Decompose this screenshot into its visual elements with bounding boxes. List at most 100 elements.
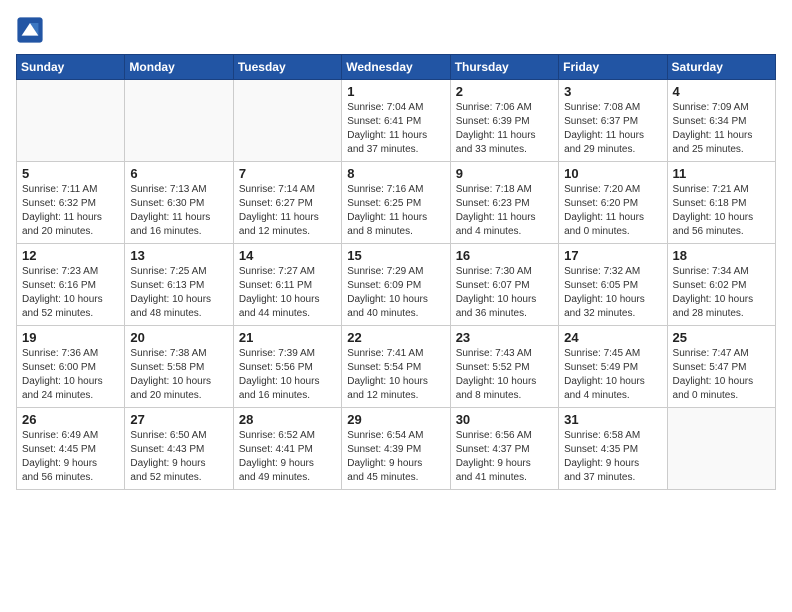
calendar-cell <box>233 80 341 162</box>
calendar-cell: 18 Sunrise: 7:34 AM Sunset: 6:02 PM Dayli… <box>667 244 775 326</box>
calendar-cell: 30Sunrise: 6:56 AM Sunset: 4:37 PM Dayli… <box>450 408 558 490</box>
calendar-cell: 15 Sunrise: 7:29 AM Sunset: 6:09 PM Dayli… <box>342 244 450 326</box>
weekday-header: Saturday <box>667 55 775 80</box>
calendar-cell: 24 Sunrise: 7:45 AM Sunset: 5:49 PM Dayli… <box>559 326 667 408</box>
day-number: 6 <box>130 166 227 181</box>
calendar-cell: 31 Sunrise: 6:58 AM Sunset: 4:35 PM Dayli… <box>559 408 667 490</box>
calendar-cell: 3 Sunrise: 7:08 AM Sunset: 6:37 PM Daylig… <box>559 80 667 162</box>
day-number: 22 <box>347 330 444 345</box>
day-info: Sunrise: 7:06 AM Sunset: 6:39 PM Dayligh… <box>456 101 553 157</box>
day-number: 1 <box>347 84 444 99</box>
calendar-week-row: 19 Sunrise: 7:36 AM Sunset: 6:00 PM Dayli… <box>17 326 776 408</box>
calendar-cell: 25 Sunrise: 7:47 AM Sunset: 5:47 PM Dayli… <box>667 326 775 408</box>
day-info: Sunrise: 7:38 AM Sunset: 5:58 PM Dayligh… <box>130 347 227 403</box>
day-info: Sunrise: 7:11 AM Sunset: 6:32 PM Dayligh… <box>22 183 119 239</box>
day-number: 16 <box>456 248 553 263</box>
calendar-cell: 16 Sunrise: 7:30 AM Sunset: 6:07 PM Dayli… <box>450 244 558 326</box>
calendar-cell: 22 Sunrise: 7:41 AM Sunset: 5:54 PM Dayli… <box>342 326 450 408</box>
page-header <box>16 16 776 44</box>
day-info: Sunrise: 7:29 AM Sunset: 6:09 PM Dayligh… <box>347 265 444 321</box>
day-info: Sunrise: 6:52 AM Sunset: 4:41 PM Dayligh… <box>239 429 336 485</box>
day-info: Sunrise: 7:27 AM Sunset: 6:11 PM Dayligh… <box>239 265 336 321</box>
day-info: Sunrise: 7:36 AM Sunset: 6:00 PM Dayligh… <box>22 347 119 403</box>
day-info: Sunrise: 7:41 AM Sunset: 5:54 PM Dayligh… <box>347 347 444 403</box>
calendar-cell: 10Sunrise: 7:20 AM Sunset: 6:20 PM Dayli… <box>559 162 667 244</box>
logo-icon <box>16 16 44 44</box>
calendar-week-row: 1 Sunrise: 7:04 AM Sunset: 6:41 PM Daylig… <box>17 80 776 162</box>
calendar-cell: 21Sunrise: 7:39 AM Sunset: 5:56 PM Dayli… <box>233 326 341 408</box>
day-info: Sunrise: 7:34 AM Sunset: 6:02 PM Dayligh… <box>673 265 770 321</box>
weekday-header: Thursday <box>450 55 558 80</box>
day-info: Sunrise: 6:50 AM Sunset: 4:43 PM Dayligh… <box>130 429 227 485</box>
day-info: Sunrise: 7:08 AM Sunset: 6:37 PM Dayligh… <box>564 101 661 157</box>
day-number: 11 <box>673 166 770 181</box>
calendar-cell: 19 Sunrise: 7:36 AM Sunset: 6:00 PM Dayli… <box>17 326 125 408</box>
day-number: 18 <box>673 248 770 263</box>
day-number: 31 <box>564 412 661 427</box>
day-info: Sunrise: 7:14 AM Sunset: 6:27 PM Dayligh… <box>239 183 336 239</box>
calendar-cell: 7 Sunrise: 7:14 AM Sunset: 6:27 PM Daylig… <box>233 162 341 244</box>
day-number: 4 <box>673 84 770 99</box>
day-info: Sunrise: 7:16 AM Sunset: 6:25 PM Dayligh… <box>347 183 444 239</box>
weekday-header: Tuesday <box>233 55 341 80</box>
calendar-cell <box>125 80 233 162</box>
weekday-header-row: SundayMondayTuesdayWednesdayThursdayFrid… <box>17 55 776 80</box>
calendar-cell: 20Sunrise: 7:38 AM Sunset: 5:58 PM Dayli… <box>125 326 233 408</box>
day-info: Sunrise: 7:45 AM Sunset: 5:49 PM Dayligh… <box>564 347 661 403</box>
day-number: 26 <box>22 412 119 427</box>
day-number: 30 <box>456 412 553 427</box>
calendar-cell: 28 Sunrise: 6:52 AM Sunset: 4:41 PM Dayli… <box>233 408 341 490</box>
calendar-cell: 12 Sunrise: 7:23 AM Sunset: 6:16 PM Dayli… <box>17 244 125 326</box>
calendar: SundayMondayTuesdayWednesdayThursdayFrid… <box>16 54 776 490</box>
day-number: 24 <box>564 330 661 345</box>
day-number: 3 <box>564 84 661 99</box>
calendar-cell: 17Sunrise: 7:32 AM Sunset: 6:05 PM Dayli… <box>559 244 667 326</box>
calendar-cell: 9 Sunrise: 7:18 AM Sunset: 6:23 PM Daylig… <box>450 162 558 244</box>
calendar-cell: 5Sunrise: 7:11 AM Sunset: 6:32 PM Daylig… <box>17 162 125 244</box>
day-info: Sunrise: 7:04 AM Sunset: 6:41 PM Dayligh… <box>347 101 444 157</box>
day-info: Sunrise: 7:21 AM Sunset: 6:18 PM Dayligh… <box>673 183 770 239</box>
day-info: Sunrise: 7:25 AM Sunset: 6:13 PM Dayligh… <box>130 265 227 321</box>
weekday-header: Monday <box>125 55 233 80</box>
day-number: 15 <box>347 248 444 263</box>
calendar-cell <box>17 80 125 162</box>
calendar-cell <box>667 408 775 490</box>
calendar-cell: 14 Sunrise: 7:27 AM Sunset: 6:11 PM Dayli… <box>233 244 341 326</box>
day-info: Sunrise: 7:30 AM Sunset: 6:07 PM Dayligh… <box>456 265 553 321</box>
day-info: Sunrise: 7:09 AM Sunset: 6:34 PM Dayligh… <box>673 101 770 157</box>
day-info: Sunrise: 6:58 AM Sunset: 4:35 PM Dayligh… <box>564 429 661 485</box>
day-number: 12 <box>22 248 119 263</box>
day-number: 21 <box>239 330 336 345</box>
day-number: 19 <box>22 330 119 345</box>
calendar-cell: 11 Sunrise: 7:21 AM Sunset: 6:18 PM Dayli… <box>667 162 775 244</box>
day-number: 29 <box>347 412 444 427</box>
day-number: 2 <box>456 84 553 99</box>
calendar-cell: 1 Sunrise: 7:04 AM Sunset: 6:41 PM Daylig… <box>342 80 450 162</box>
day-number: 14 <box>239 248 336 263</box>
day-number: 7 <box>239 166 336 181</box>
calendar-week-row: 12 Sunrise: 7:23 AM Sunset: 6:16 PM Dayli… <box>17 244 776 326</box>
calendar-cell: 13Sunrise: 7:25 AM Sunset: 6:13 PM Dayli… <box>125 244 233 326</box>
day-number: 25 <box>673 330 770 345</box>
day-number: 10 <box>564 166 661 181</box>
calendar-cell: 27 Sunrise: 6:50 AM Sunset: 4:43 PM Dayli… <box>125 408 233 490</box>
calendar-cell: 29 Sunrise: 6:54 AM Sunset: 4:39 PM Dayli… <box>342 408 450 490</box>
day-info: Sunrise: 7:18 AM Sunset: 6:23 PM Dayligh… <box>456 183 553 239</box>
day-number: 28 <box>239 412 336 427</box>
calendar-cell: 8 Sunrise: 7:16 AM Sunset: 6:25 PM Daylig… <box>342 162 450 244</box>
calendar-cell: 6Sunrise: 7:13 AM Sunset: 6:30 PM Daylig… <box>125 162 233 244</box>
day-info: Sunrise: 6:54 AM Sunset: 4:39 PM Dayligh… <box>347 429 444 485</box>
day-number: 8 <box>347 166 444 181</box>
weekday-header: Wednesday <box>342 55 450 80</box>
day-info: Sunrise: 7:47 AM Sunset: 5:47 PM Dayligh… <box>673 347 770 403</box>
day-number: 9 <box>456 166 553 181</box>
day-info: Sunrise: 7:43 AM Sunset: 5:52 PM Dayligh… <box>456 347 553 403</box>
day-number: 23 <box>456 330 553 345</box>
day-info: Sunrise: 6:49 AM Sunset: 4:45 PM Dayligh… <box>22 429 119 485</box>
day-number: 27 <box>130 412 227 427</box>
day-number: 17 <box>564 248 661 263</box>
weekday-header: Sunday <box>17 55 125 80</box>
calendar-week-row: 5Sunrise: 7:11 AM Sunset: 6:32 PM Daylig… <box>17 162 776 244</box>
day-info: Sunrise: 7:23 AM Sunset: 6:16 PM Dayligh… <box>22 265 119 321</box>
calendar-cell: 4 Sunrise: 7:09 AM Sunset: 6:34 PM Daylig… <box>667 80 775 162</box>
